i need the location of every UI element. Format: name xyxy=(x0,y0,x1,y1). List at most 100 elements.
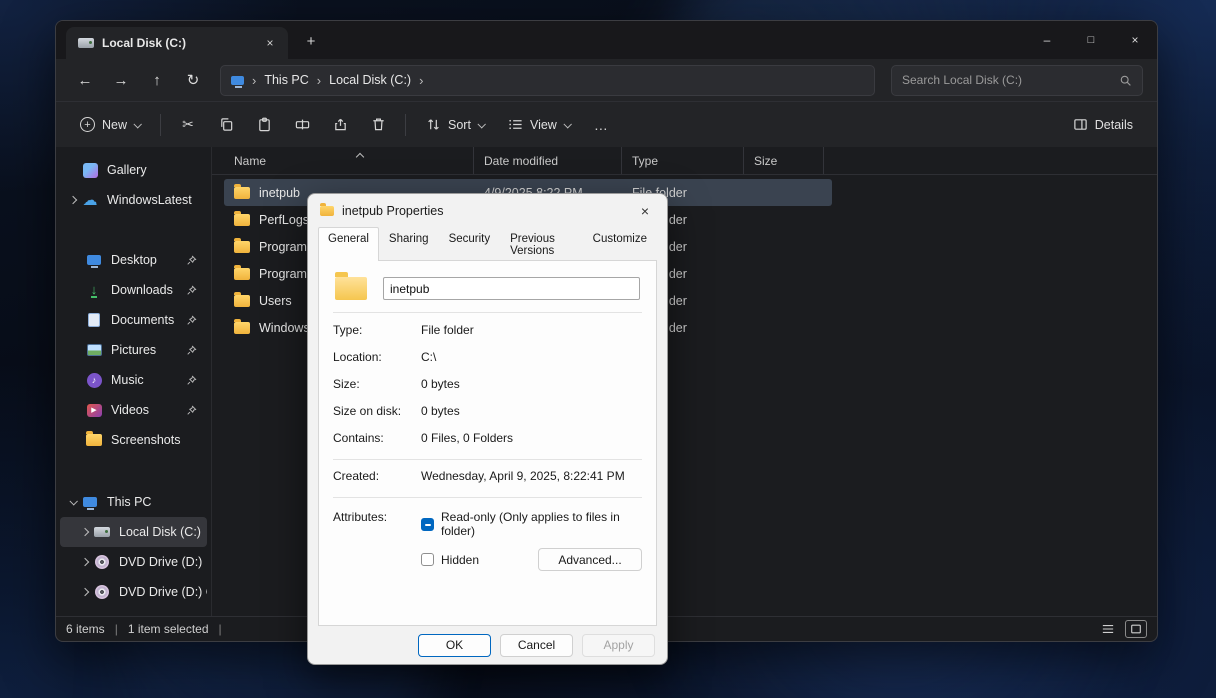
tab-close-icon[interactable]: × xyxy=(260,33,280,53)
copy-button[interactable] xyxy=(209,109,243,141)
sidebar-item-downloads[interactable]: ↓ Downloads xyxy=(60,275,207,305)
sidebar-item-documents[interactable]: Documents xyxy=(60,305,207,335)
large-icons-view-toggle[interactable] xyxy=(1125,620,1147,638)
breadcrumb-this-pc[interactable]: This PC xyxy=(264,73,308,87)
share-button[interactable] xyxy=(323,109,357,141)
tab-customize[interactable]: Customize xyxy=(583,227,657,261)
refresh-button[interactable]: ↻ xyxy=(178,65,208,95)
read-only-checkbox[interactable] xyxy=(421,518,434,531)
folder-icon xyxy=(320,206,334,216)
forward-button[interactable]: → xyxy=(106,65,136,95)
file-name: PerfLogs xyxy=(259,213,309,227)
details-pane-button[interactable]: Details xyxy=(1063,109,1143,141)
back-button[interactable]: ← xyxy=(70,65,100,95)
chevron-down-icon[interactable] xyxy=(66,499,80,505)
breadcrumb-local-disk[interactable]: Local Disk (C:) xyxy=(329,73,411,87)
sort-button[interactable]: Sort xyxy=(416,109,494,141)
close-button[interactable]: × xyxy=(1113,21,1157,59)
chevron-down-icon xyxy=(133,120,141,128)
sidebar-item-onedrive[interactable]: ☁ WindowsLatest xyxy=(60,185,207,215)
sidebar-item-label: Documents xyxy=(111,313,186,327)
selected-count: 1 item selected xyxy=(128,622,209,636)
tab-strip: Local Disk (C:) × + – □ × xyxy=(56,21,1157,59)
plus-icon: + xyxy=(80,117,95,132)
downloads-icon: ↓ xyxy=(91,283,98,298)
size-on-disk-label: Size on disk: xyxy=(333,404,421,418)
chevron-right-icon[interactable] xyxy=(78,529,92,535)
cloud-icon: ☁ xyxy=(83,193,98,208)
cancel-button[interactable]: Cancel xyxy=(500,634,573,657)
details-view-toggle[interactable] xyxy=(1097,620,1119,638)
paste-button[interactable] xyxy=(247,109,281,141)
sidebar-item-videos[interactable]: ▶ Videos xyxy=(60,395,207,425)
breadcrumb[interactable]: › This PC › Local Disk (C:) › xyxy=(220,65,875,96)
folder-icon xyxy=(234,268,250,280)
new-button[interactable]: + New xyxy=(70,109,150,141)
pin-icon xyxy=(186,285,197,296)
column-header-type[interactable]: Type xyxy=(622,147,744,174)
sidebar-item-music[interactable]: ♪ Music xyxy=(60,365,207,395)
column-header-date-modified[interactable]: Date modified xyxy=(474,147,622,174)
command-bar: + New ✂ xyxy=(56,101,1157,147)
maximize-button[interactable]: □ xyxy=(1069,21,1113,59)
sidebar-item-screenshots[interactable]: Screenshots xyxy=(60,425,207,455)
column-headers: Name Date modified Type Size xyxy=(212,147,1157,175)
dialog-title-bar: inetpub Properties × xyxy=(308,194,667,227)
more-options-button[interactable]: … xyxy=(584,109,618,141)
chevron-right-icon[interactable] xyxy=(78,589,92,595)
ok-button[interactable]: OK xyxy=(418,634,491,657)
dialog-buttons: OK Cancel Apply xyxy=(308,626,667,664)
column-header-name[interactable]: Name xyxy=(224,147,474,174)
drive-icon xyxy=(94,527,110,537)
explorer-tab[interactable]: Local Disk (C:) × xyxy=(66,27,288,59)
desktop-icon xyxy=(87,255,101,265)
sidebar-item-label: DVD Drive (D:) C xyxy=(119,585,207,599)
up-button[interactable]: ↑ xyxy=(142,65,172,95)
file-name: Users xyxy=(259,294,292,308)
created-label: Created: xyxy=(333,469,421,483)
rename-icon xyxy=(295,117,310,132)
sidebar-item-this-pc[interactable]: This PC xyxy=(60,487,207,517)
column-header-size[interactable]: Size xyxy=(744,147,824,174)
tab-general[interactable]: General xyxy=(318,227,379,261)
search-box[interactable] xyxy=(891,65,1143,96)
folder-name-input[interactable] xyxy=(383,277,640,300)
tab-sharing[interactable]: Sharing xyxy=(379,227,439,261)
sidebar-item-dvd-drive-d[interactable]: DVD Drive (D:) xyxy=(60,547,207,577)
cut-button[interactable]: ✂ xyxy=(171,109,205,141)
new-tab-button[interactable]: + xyxy=(300,30,322,52)
sidebar-item-desktop[interactable]: Desktop xyxy=(60,245,207,275)
contains-value: 0 Files, 0 Folders xyxy=(421,431,642,445)
sidebar-item-gallery[interactable]: Gallery xyxy=(60,155,207,185)
breadcrumb-separator: › xyxy=(317,73,321,88)
pin-icon xyxy=(186,315,197,326)
chevron-right-icon[interactable] xyxy=(66,197,80,203)
sidebar-item-local-disk-c[interactable]: Local Disk (C:) xyxy=(60,517,207,547)
pin-icon xyxy=(186,345,197,356)
sidebar-item-label: Pictures xyxy=(111,343,186,357)
pin-icon xyxy=(186,405,197,416)
search-input[interactable] xyxy=(902,73,1119,87)
chevron-down-icon xyxy=(477,120,485,128)
dialog-close-icon[interactable]: × xyxy=(625,196,665,226)
sidebar-item-pictures[interactable]: Pictures xyxy=(60,335,207,365)
tab-security[interactable]: Security xyxy=(439,227,501,261)
apply-button[interactable]: Apply xyxy=(582,634,655,657)
advanced-button[interactable]: Advanced... xyxy=(538,548,642,571)
status-separator: | xyxy=(219,622,222,636)
folder-icon xyxy=(234,241,250,253)
sidebar-item-dvd-drive-d2[interactable]: DVD Drive (D:) C xyxy=(60,577,207,607)
chevron-right-icon[interactable] xyxy=(78,559,92,565)
attributes-label: Attributes: xyxy=(333,510,421,571)
minimize-button[interactable]: – xyxy=(1025,21,1069,59)
rename-button[interactable] xyxy=(285,109,319,141)
folder-icon xyxy=(86,434,102,446)
share-icon xyxy=(333,117,348,132)
tab-previous-versions[interactable]: Previous Versions xyxy=(500,227,583,261)
sidebar-item-label: Music xyxy=(111,373,186,387)
tab-title: Local Disk (C:) xyxy=(102,36,186,50)
folder-icon-large xyxy=(335,277,367,300)
view-button[interactable]: View xyxy=(498,109,580,141)
delete-button[interactable] xyxy=(361,109,395,141)
hidden-checkbox[interactable] xyxy=(421,553,434,566)
